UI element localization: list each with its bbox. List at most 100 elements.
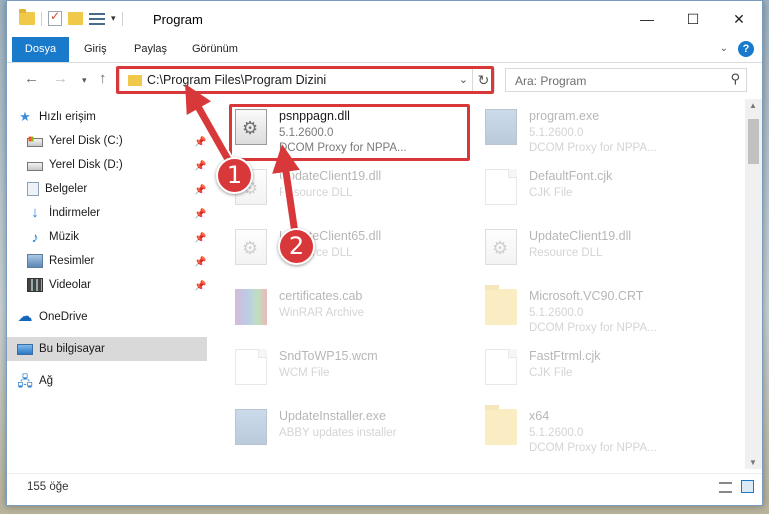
scroll-up-icon[interactable]: ▲: [749, 101, 757, 110]
folder-icon: [485, 405, 517, 445]
back-arrow-icon[interactable]: ←: [24, 70, 39, 87]
file-tile-microsoft-vc90-crt[interactable]: Microsoft.VC90.CRT 5.1.2600.0 DCOM Proxy…: [463, 283, 703, 334]
tab-share[interactable]: Paylaş: [134, 37, 167, 62]
file-tile-sndtowp15-wcm[interactable]: SndToWP15.wcm WCM File: [213, 343, 453, 393]
sidebar-item-label: Resimler: [49, 255, 95, 267]
title-bar: ▾ Program — ☐ ✕: [7, 1, 762, 37]
file-version: 5.1.2600.0: [529, 127, 584, 139]
forward-arrow-icon[interactable]: →: [53, 70, 68, 87]
archive-icon: [235, 289, 267, 325]
search-icon[interactable]: ⚲: [730, 71, 740, 87]
pin-icon[interactable]: 📌: [194, 281, 206, 292]
exe-file-icon: [485, 109, 517, 145]
vertical-scrollbar[interactable]: ▲ ▼: [745, 99, 762, 469]
file-description: DCOM Proxy for NPPA...: [279, 142, 407, 154]
toolbar-separator: [121, 11, 123, 26]
folder-icon: [19, 9, 35, 25]
dll-file-icon: ⚙: [235, 229, 267, 265]
file-type: WinRAR Archive: [279, 307, 364, 319]
callout-step-1: 1: [216, 157, 253, 194]
drive-icon: [27, 162, 43, 171]
sidebar-item-network[interactable]: 🖧 Ağ: [17, 369, 217, 393]
sidebar-item-label: Yerel Disk (C:): [49, 135, 123, 147]
status-bar: 155 öğe: [7, 473, 762, 505]
sidebar-item-this-pc[interactable]: Bu bilgisayar: [7, 337, 207, 361]
search-placeholder[interactable]: Ara: Program: [515, 74, 586, 88]
file-version: 5.1.2600.0: [279, 127, 334, 139]
file-type: WCM File: [279, 367, 330, 379]
pin-icon[interactable]: 📌: [194, 209, 206, 220]
sidebar-item-label: Bu bilgisayar: [39, 343, 105, 355]
sidebar-item-label: OneDrive: [39, 311, 88, 323]
file-tile-program-exe[interactable]: program.exe 5.1.2600.0 DCOM Proxy for NP…: [463, 103, 703, 154]
file-name: program.exe: [529, 109, 600, 123]
file-name: psnppagn.dll: [279, 109, 350, 123]
pin-icon[interactable]: 📌: [194, 233, 206, 244]
file-name: DefaultFont.cjk: [529, 169, 613, 183]
toolbar-separator: [41, 11, 42, 26]
file-tile-updateclient19-dll-2[interactable]: ⚙ UpdateClient19.dll Resource DLL: [463, 223, 703, 273]
sidebar-item-onedrive[interactable]: ☁ OneDrive: [17, 305, 217, 329]
view-icon[interactable]: [89, 12, 105, 25]
callout-step-2: 2: [278, 228, 315, 265]
dll-file-icon: ⚙: [235, 109, 267, 145]
file-tile-updateinstaller-exe[interactable]: UpdateInstaller.exe ABBY updates install…: [213, 403, 453, 453]
new-folder-icon[interactable]: [68, 12, 83, 25]
recent-locations-chevron-icon[interactable]: ▾: [82, 75, 87, 86]
gear-icon: ⚙: [242, 118, 259, 138]
search-box[interactable]: Ara: Program ⚲: [505, 68, 747, 92]
sidebar-item-quick-access[interactable]: ★ Hızlı erişim: [17, 105, 217, 129]
file-description: DCOM Proxy for NPPA...: [529, 322, 657, 334]
file-type: CJK File: [529, 187, 573, 199]
expand-ribbon-icon[interactable]: ⌄: [720, 43, 728, 54]
pin-icon[interactable]: 📌: [194, 137, 206, 148]
exe-file-icon: [235, 409, 267, 445]
sidebar-item-label: Yerel Disk (D:): [49, 159, 123, 171]
file-name: x64: [529, 409, 550, 423]
file-tile-certificates-cab[interactable]: certificates.cab WinRAR Archive: [213, 283, 453, 333]
scroll-down-icon[interactable]: ▼: [749, 458, 757, 467]
tab-file[interactable]: Dosya: [12, 37, 69, 62]
sidebar-item-label: Videolar: [49, 279, 91, 291]
scrollbar-thumb[interactable]: [748, 119, 759, 164]
refresh-icon[interactable]: ↻: [472, 69, 494, 91]
navigation-pane: ★ Hızlı erişim Yerel Disk (C:) 📌 Yerel D…: [7, 99, 207, 469]
tab-view[interactable]: Görünüm: [192, 37, 238, 62]
computer-icon: [17, 343, 33, 355]
chevron-down-icon[interactable]: ▾: [111, 13, 116, 24]
pin-icon[interactable]: 📌: [194, 257, 206, 268]
file-tile-psnppagn-dll[interactable]: ⚙ psnppagn.dll 5.1.2600.0 DCOM Proxy for…: [213, 103, 453, 154]
documents-icon: [27, 182, 39, 196]
file-tile-defaultfont-cjk[interactable]: DefaultFont.cjk CJK File: [463, 163, 703, 213]
minimize-button[interactable]: —: [624, 1, 670, 37]
file-tile-fastftrml-cjk[interactable]: FastFtrml.cjk CJK File: [463, 343, 703, 393]
ribbon-tabs: Dosya Giriş Paylaş Görünüm ⌄ ?: [7, 37, 762, 63]
close-button[interactable]: ✕: [716, 1, 762, 37]
gear-icon: ⚙: [492, 238, 509, 258]
up-arrow-icon[interactable]: ↑: [99, 70, 107, 87]
item-count: 155 öğe: [27, 481, 69, 493]
maximize-button[interactable]: ☐: [670, 1, 716, 37]
navigation-bar: ← → ▾ ↑ C:\Program Files\Program Dizini …: [7, 64, 762, 96]
cloud-icon: ☁: [17, 308, 33, 325]
properties-icon[interactable]: [48, 9, 62, 26]
chevron-down-icon[interactable]: ⌄: [459, 73, 468, 86]
file-name: UpdateClient19.dll: [279, 169, 382, 183]
music-icon: ♪: [31, 229, 39, 245]
pin-icon[interactable]: 📌: [194, 161, 206, 172]
file-name: SndToWP15.wcm: [279, 349, 378, 363]
address-bar[interactable]: C:\Program Files\Program Dizini ⌄ ↻: [119, 68, 495, 92]
tab-home[interactable]: Giriş: [84, 37, 107, 62]
file-type: ABBY updates installer: [279, 427, 397, 439]
address-path[interactable]: C:\Program Files\Program Dizini: [147, 73, 326, 87]
large-icons-view-icon[interactable]: [741, 480, 754, 493]
file-tile-x64[interactable]: x64 5.1.2600.0 DCOM Proxy for NPPA...: [463, 403, 703, 454]
file-tile-updateclient65-dll[interactable]: ⚙ UpdateClient65.dll Resource DLL: [213, 223, 453, 273]
sidebar-item-label: Belgeler: [45, 183, 88, 195]
details-view-icon[interactable]: [719, 482, 732, 493]
file-type: Resource DLL: [279, 187, 353, 199]
pictures-icon: [27, 254, 43, 268]
file-list: ⚙ psnppagn.dll 5.1.2600.0 DCOM Proxy for…: [213, 99, 745, 469]
pin-icon[interactable]: 📌: [194, 185, 206, 196]
help-icon[interactable]: ?: [738, 41, 754, 57]
